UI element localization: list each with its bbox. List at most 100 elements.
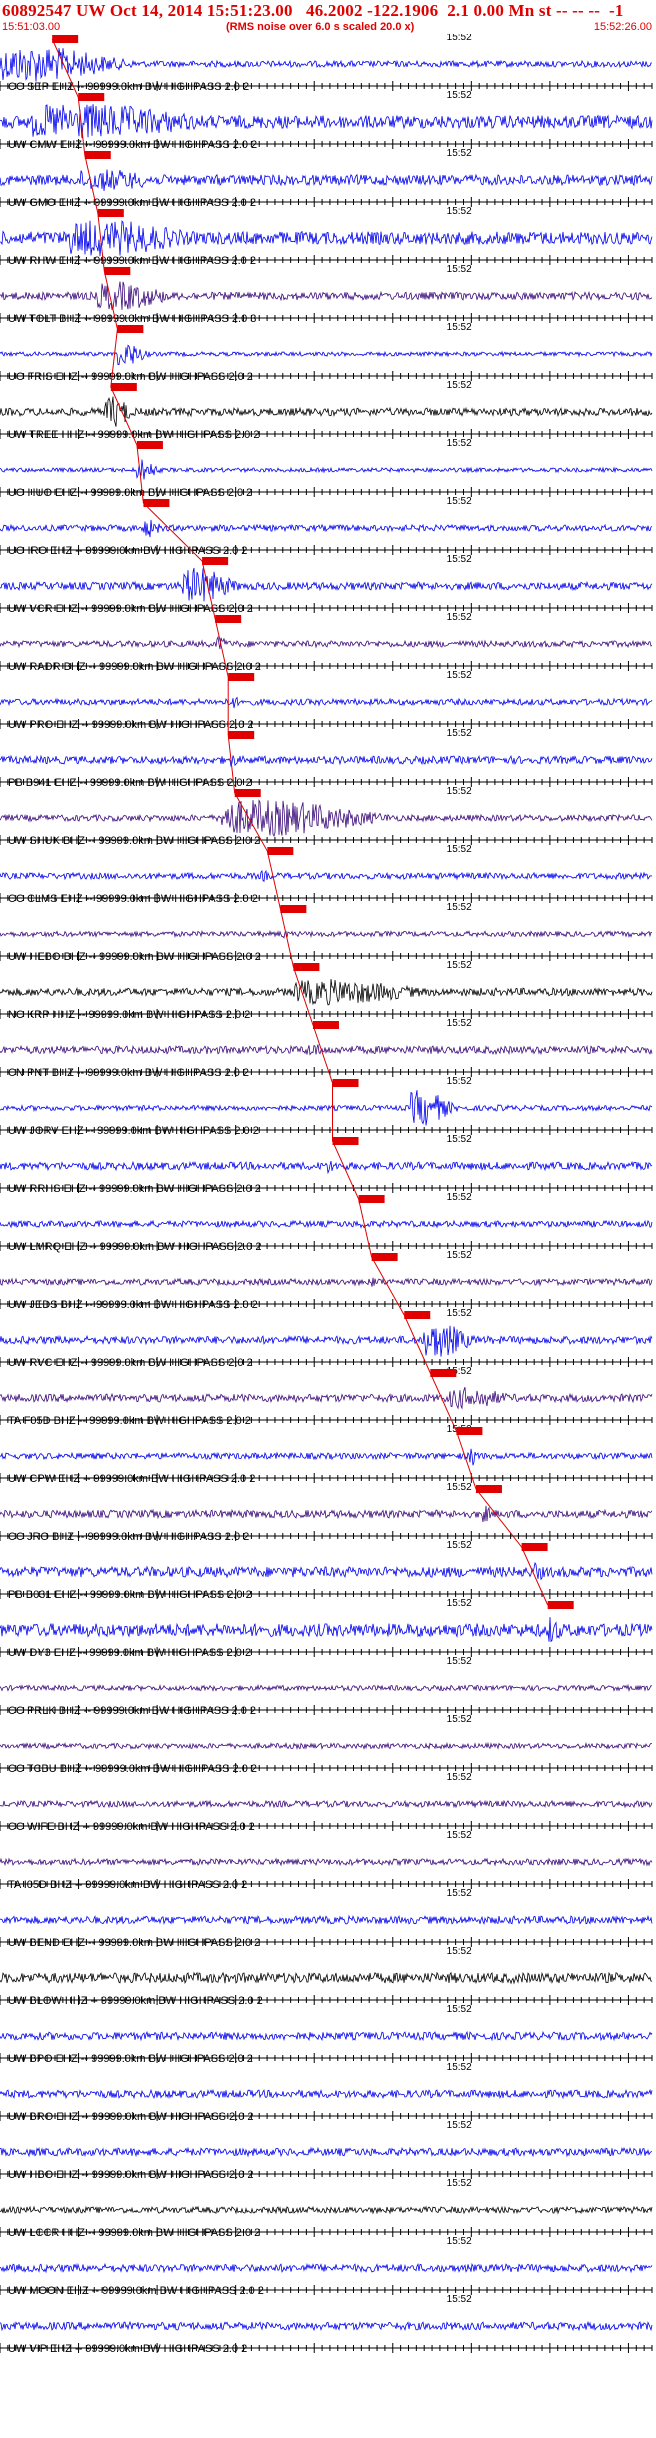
minute-label: 15:52	[447, 960, 472, 971]
pick-marker	[267, 847, 294, 855]
minute-label: 15:52	[447, 1830, 472, 1841]
minute-label: 15:52	[447, 728, 472, 739]
minute-label: 15:52	[447, 554, 472, 565]
minute-label: 15:52	[447, 1076, 472, 1087]
station-label: UW HBO EHZ -- 99999.0km BW HIGHPASS 2.0 …	[8, 2169, 254, 2181]
plot-header: 60892547 UW Oct 14, 2014 15:51:23.00 46.…	[0, 0, 656, 34]
station-label: UW RVC EHZ -- 99999.0km BW HIGHPASS 2.0 …	[8, 1357, 253, 1369]
minute-label: 15:52	[447, 380, 472, 391]
trace-waveform	[0, 1561, 653, 1581]
minute-label: 15:52	[447, 1714, 472, 1725]
station-label: CC SEP EHZ -- 99999.0km BW HIGHPASS 2.0 …	[8, 81, 249, 93]
station-label: UW GMO EHZ -- 99999.0km BW HIGHPASS 2.0 …	[8, 197, 256, 209]
station-label: UW HEBO BHZ -- 99999.0km BW HIGHPASS 2.0…	[8, 951, 261, 963]
trace-waveform	[0, 396, 653, 427]
trace-waveform	[0, 635, 653, 650]
minute-label: 15:52	[447, 844, 472, 855]
pick-marker	[52, 35, 79, 43]
trace-waveform	[0, 1090, 653, 1126]
minute-label: 15:52	[447, 2120, 472, 2131]
pick-marker	[117, 325, 144, 333]
trace-waveform	[0, 2262, 653, 2274]
station-label: CC TCBU BHZ -- 99999.0km BW HIGHPASS 2.0…	[8, 1763, 257, 1775]
minute-label: 15:52	[447, 264, 472, 275]
seismogram-plot: 15:52 CC SEP EHZ -- 99999.0km BW HIGHPASS…	[0, 34, 653, 2355]
station-label: UW LCCR HHZ -- 99999.0km BW HIGHPASS 2.0…	[8, 2227, 260, 2239]
minute-label: 15:52	[447, 1946, 472, 1957]
trace-waveform	[0, 929, 653, 939]
pick-marker	[104, 267, 131, 275]
station-label: UW CPW EHZ -- 99999.0km BW HIGHPASS 2.0 …	[8, 1473, 255, 1485]
minute-label: 15:52	[447, 2294, 472, 2305]
minute-label: 15:52	[447, 2062, 472, 2073]
station-label: UW TREE HHZ -- 99999.0km BW HIGHPASS 2.0…	[8, 429, 259, 441]
pick-marker	[521, 1543, 548, 1551]
trace-waveform	[0, 1277, 653, 1287]
minute-label: 15:52	[447, 90, 472, 101]
minute-label: 15:52	[447, 1482, 472, 1493]
pick-marker	[78, 93, 105, 101]
trace-waveform	[0, 2205, 653, 2215]
station-label: CC JRO BHZ -- 99999.0km BW HIGHPASS 2.0 …	[8, 1531, 249, 1543]
pick-marker	[332, 1079, 359, 1087]
pick-marker	[84, 151, 111, 159]
station-label: UW BRO EHZ -- 99999.0km BW HIGHPASS 2.0 …	[8, 2111, 254, 2123]
station-label: UO HUO EHZ -- 99999.0km BW HIGHPASS 2.0 …	[8, 487, 252, 499]
pick-marker	[228, 731, 255, 739]
trace-waveform	[0, 754, 653, 767]
trace-waveform	[0, 1325, 653, 1357]
station-label: UO IRO EHZ -- 99999.0km BW HIGHPASS 2.0 …	[8, 545, 247, 557]
trace-waveform	[0, 979, 653, 1006]
minute-label: 15:52	[447, 2004, 472, 2015]
station-label: CC WIFE BHZ -- 99999.0km BW HIGHPASS 2.0…	[8, 1821, 255, 1833]
trace-waveform	[0, 1617, 653, 1643]
trace-waveform	[0, 1683, 653, 1693]
trace-waveform	[0, 1741, 653, 1751]
trace-waveform	[0, 48, 653, 82]
station-label: CC PRLK BHZ -- 99999.0km BW HIGHPASS 2.0…	[8, 1705, 256, 1717]
station-label: NC KRP HHZ -- 99999.0km BW HIGHPASS 2.0 …	[8, 1009, 250, 1021]
pick-marker	[110, 383, 137, 391]
trace-waveform	[0, 1160, 653, 1175]
station-label: UW BEND EHZ -- 99999.0km BW HIGHPASS 2.0…	[8, 1937, 260, 1949]
trace-waveform	[0, 869, 653, 883]
station-label: UW SHUK BHZ -- 99999.0km BW HIGHPASS 2.0…	[8, 835, 260, 847]
trace-waveform	[0, 2146, 653, 2158]
trace-waveform	[0, 104, 653, 139]
station-label: UW RRHS EHZ -- 99999.0km BW HIGHPASS 2.0…	[8, 1183, 261, 1195]
trace-waveform	[0, 1971, 653, 1985]
trace-waveform	[0, 2088, 653, 2100]
minute-label: 15:52	[447, 206, 472, 217]
trace-waveform	[0, 459, 653, 480]
station-label: UW VIP EHZ -- 99999.0km BW HIGHPASS 2.0 …	[8, 2343, 247, 2355]
minute-label: 15:52	[447, 1018, 472, 1029]
station-label: UW BPO EHZ -- 99999.0km BW HIGHPASS 2.0 …	[8, 2053, 253, 2065]
trace-waveform	[0, 519, 653, 538]
trace-waveform	[0, 799, 653, 838]
pick-marker	[547, 1601, 574, 1609]
station-label: UW TOLT BHZ -- 99999.0km BW HIGHPASS 2.0…	[8, 313, 256, 325]
minute-label: 15:52	[447, 2178, 472, 2189]
station-label: PB B941 EHZ -- 99999.0km BW HIGHPASS 2.0…	[8, 777, 252, 789]
minute-label: 15:52	[447, 148, 472, 159]
station-label: UW RADR BHZ -- 99999.0km BW HIGHPASS 2.0…	[8, 661, 261, 673]
trace-waveform	[0, 1857, 653, 1867]
pick-marker	[228, 673, 255, 681]
pick-marker	[280, 905, 307, 913]
pick-marker	[97, 209, 124, 217]
trace-waveform	[0, 1044, 653, 1056]
station-label: UW MOON EHZ -- 99999.0km BW HIGHPASS 2.0…	[8, 2285, 264, 2297]
pick-marker	[312, 1021, 339, 1029]
trace-waveform	[0, 1914, 653, 1926]
minute-label: 15:52	[447, 902, 472, 913]
trace-waveform	[0, 281, 653, 311]
minute-label: 15:52	[447, 786, 472, 797]
pick-marker	[143, 499, 170, 507]
station-label: UW PRO EHZ -- 99999.0km BW HIGHPASS 2.0 …	[8, 719, 254, 731]
trace-waveform	[0, 2320, 653, 2332]
pick-marker	[136, 441, 163, 449]
station-label: UW RHW EHZ -- 99999.0km BW HIGHPASS 2.0 …	[8, 255, 256, 267]
station-label: PB B031 EHZ -- 99999.0km BW HIGHPASS 2.0…	[8, 1589, 252, 1601]
station-label: UO FRIS EHZ -- 99999.0km BW HIGHPASS 2.0…	[8, 371, 253, 383]
minute-label: 15:52	[447, 1540, 472, 1551]
